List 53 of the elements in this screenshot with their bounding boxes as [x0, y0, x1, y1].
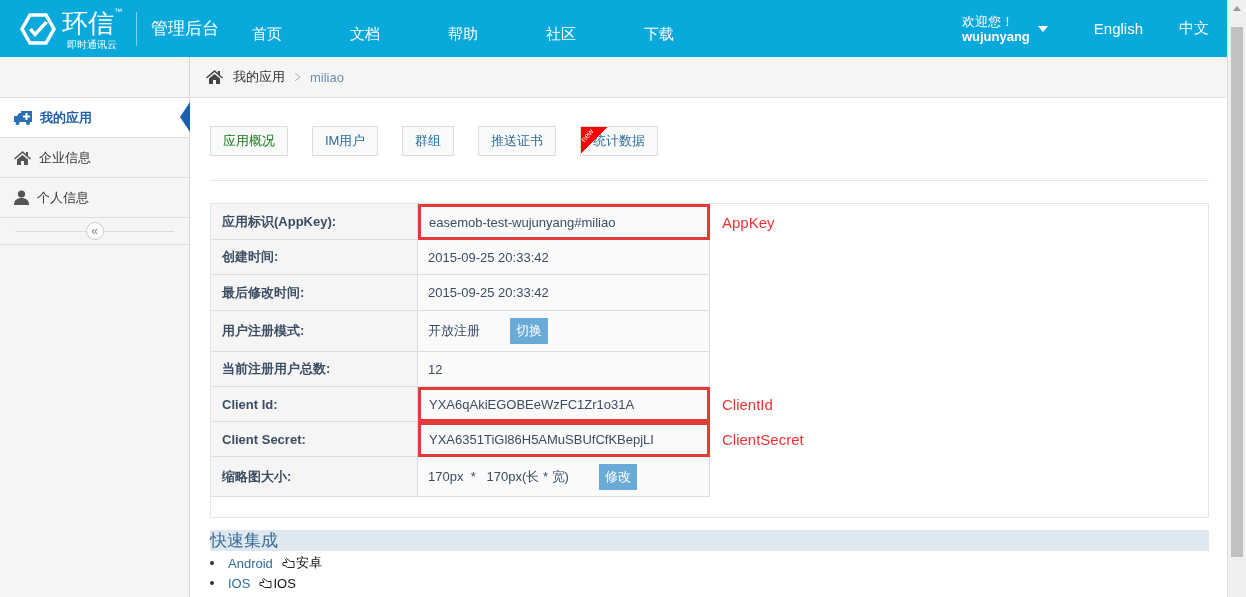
highlighted-value-cell: YXA6qAkiEGOBEeWzFC1Zr1o31A — [418, 387, 710, 422]
field-value: 开放注册 — [428, 322, 480, 340]
field-value: 2015-09-25 20:33:42 — [418, 240, 710, 275]
link-caption: 安卓 — [295, 554, 322, 572]
pointing-hand-icon — [259, 577, 273, 589]
link-caption: IOS — [273, 575, 296, 591]
tab[interactable]: IM用户 — [312, 126, 379, 156]
field-value: 2015-09-25 20:33:42 — [418, 275, 710, 311]
tab[interactable]: 应用概况 — [210, 126, 288, 156]
field-value: 12 — [418, 352, 710, 387]
section-heading: 快速集成 — [210, 530, 1209, 551]
annotation-label: AppKey — [721, 212, 775, 233]
chevron-icon — [295, 73, 300, 81]
greeting: 欢迎您！ — [961, 13, 1015, 29]
field-label: Client Secret: — [211, 422, 418, 457]
trademark-sign: ™ — [114, 7, 122, 17]
pointing-hand-icon — [281, 557, 295, 569]
annotation-label: ClientSecret — [721, 430, 804, 450]
sidebar-item[interactable]: 企业信息 — [0, 138, 189, 178]
logo-icon — [20, 12, 56, 45]
field-label: 最后修改时间: — [211, 275, 418, 311]
field-label: 用户注册模式: — [211, 311, 418, 352]
bullet-icon — [210, 581, 214, 585]
truck-icon — [14, 110, 32, 125]
tab[interactable]: 推送证书 — [478, 126, 557, 156]
field-label: 创建时间: — [211, 240, 418, 275]
scroll-up-icon[interactable] — [1233, 6, 1241, 11]
home-icon — [206, 70, 223, 84]
highlighted-value-cell: easemob-test-wujunyang#miliao — [418, 204, 710, 240]
scroll-thumb[interactable] — [1231, 27, 1243, 557]
tab[interactable]: 群组 — [402, 126, 455, 156]
link[interactable]: Android — [228, 555, 273, 571]
bullet-icon — [210, 561, 214, 565]
sidebar-item[interactable]: 个人信息 — [0, 178, 189, 218]
user-icon — [14, 190, 29, 205]
highlighted-value-cell: YXA6351TiGl86H5AMuSBUfCfKBepjLI — [418, 422, 710, 457]
link[interactable]: IOS — [228, 575, 251, 591]
caret-icon[interactable] — [1037, 25, 1048, 32]
logo-name: 环信 — [62, 7, 114, 39]
field-label: Client Id: — [211, 387, 418, 422]
scrollbar[interactable] — [1227, 0, 1246, 597]
breadcrumb-item[interactable]: 我的应用 — [233, 68, 285, 86]
field-value: 170px * 170px(长 * 宽) — [428, 467, 569, 486]
breadcrumb-item: miliao — [310, 69, 344, 85]
annotation-label: ClientId — [721, 395, 773, 415]
field-label: 当前注册用户总数: — [211, 352, 418, 387]
collapse-button[interactable]: « — [85, 222, 104, 240]
app-title: 管理后台 — [151, 18, 219, 40]
logo-tagline: 即时通讯云 — [67, 39, 117, 50]
field-label: 缩略图大小: — [211, 457, 418, 497]
home-icon — [14, 150, 31, 165]
field-label: 应用标识(AppKey): — [211, 204, 418, 240]
sidebar-item[interactable]: 我的应用 — [0, 98, 189, 138]
